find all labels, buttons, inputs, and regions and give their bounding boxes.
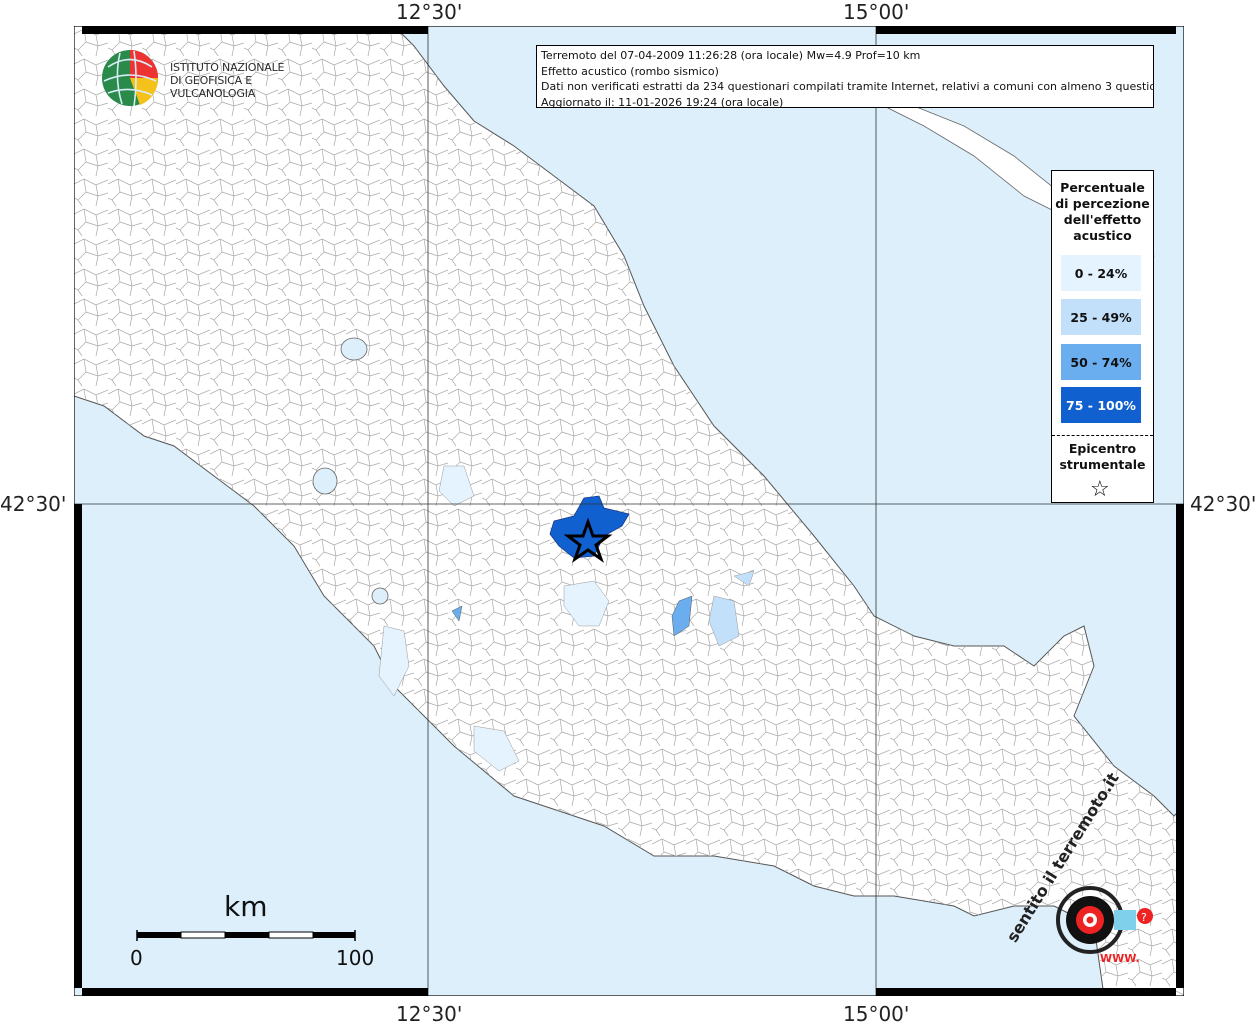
svg-text:?: ? [1141, 911, 1147, 924]
legend-item-75-100: 75 - 100% [1061, 387, 1141, 423]
map-area[interactable] [74, 26, 1184, 996]
legend-title-line4: acustico [1073, 228, 1132, 243]
legend-title-line3: dell'effetto [1063, 212, 1142, 227]
scale-min: 0 [130, 946, 143, 970]
map-canvas [74, 26, 1184, 996]
lat-label-right: 42°30' [1190, 492, 1255, 516]
legend-title: Percentuale di percezione dell'effetto a… [1052, 180, 1153, 244]
legend: Percentuale di percezione dell'effetto a… [1051, 170, 1154, 503]
lon-label-top-right: 15°00' [843, 0, 910, 24]
legend-epicenter-line2: strumentale [1059, 457, 1146, 472]
star-icon: ☆ [1090, 477, 1110, 502]
scale-bar: km 0 100 [120, 890, 380, 980]
frame-left-seg [74, 504, 82, 988]
event-info-box: Terremoto del 07-04-2009 11:26:28 (ora l… [536, 45, 1154, 108]
scale-unit: km [224, 890, 268, 923]
scale-ruler [136, 930, 356, 941]
event-title: Terremoto del 07-04-2009 11:26:28 (ora l… [541, 49, 921, 62]
ingv-logo: ISTITUTO NAZIONALE DI GEOFISICA E VULCAN… [100, 47, 315, 109]
scale-max: 100 [336, 946, 375, 970]
sentito-logo: ? sentito il terremoto.it WWW. [1003, 769, 1180, 980]
event-effect: Effetto acustico (rombo sismico) [541, 64, 719, 78]
globe-icon [102, 50, 159, 107]
event-updated: Aggiornato il: 11-01-2026 19:24 (ora loc… [541, 95, 784, 108]
legend-epicenter-line1: Epicentro [1068, 441, 1137, 456]
legend-title-line2: di percezione [1055, 196, 1150, 211]
frame-top-seg2 [876, 26, 1176, 34]
sentito-www: WWW. [1100, 952, 1140, 965]
legend-title-line1: Percentuale [1060, 180, 1145, 195]
lat-label-left: 42°30' [0, 492, 67, 516]
lake-bracciano [371, 587, 389, 605]
legend-item-0-24: 0 - 24% [1061, 255, 1141, 291]
legend-epicenter-label: Epicentro strumentale [1052, 441, 1153, 473]
frame-bottom-seg2 [876, 988, 1176, 996]
legend-item-25-49: 25 - 49% [1061, 299, 1141, 335]
legend-divider [1052, 435, 1153, 436]
frame-bottom-seg1 [82, 988, 428, 996]
frame-top-seg1 [82, 26, 428, 34]
logo-line1: ISTITUTO NAZIONALE [170, 61, 285, 74]
logo-line2: DI GEOFISICA E VULCANOLOGIA [170, 74, 256, 100]
lake-trasimeno [340, 337, 368, 361]
event-data-note: Dati non verificati estratti da 234 ques… [541, 80, 1154, 93]
lon-label-top-left: 12°30' [396, 0, 463, 24]
lake-bolsena [312, 467, 338, 495]
lon-label-bottom-left: 12°30' [396, 1002, 463, 1026]
lon-label-bottom-right: 15°00' [843, 1002, 910, 1026]
legend-item-50-74: 50 - 74% [1061, 344, 1141, 380]
